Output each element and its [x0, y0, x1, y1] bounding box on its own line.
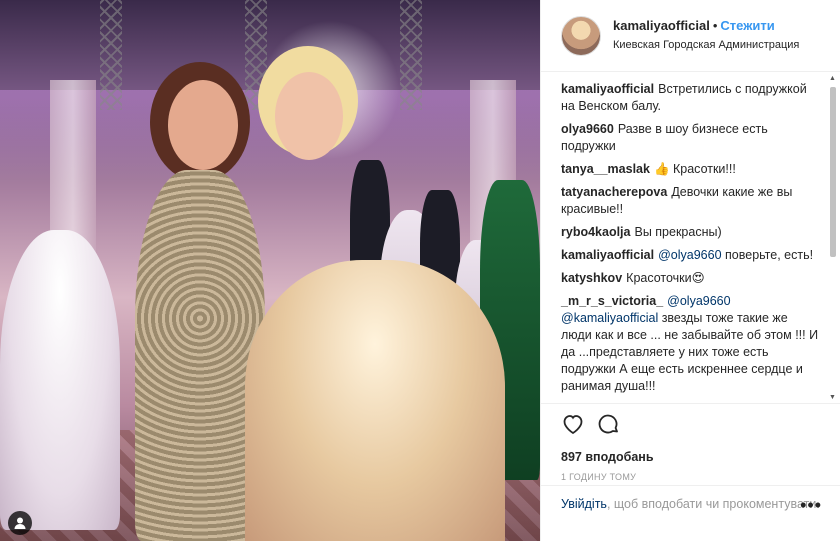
action-icons [561, 410, 821, 442]
separator-dot: • [712, 18, 718, 33]
background-dancer [0, 230, 120, 530]
comment-username[interactable]: kamaliyaofficial [561, 82, 654, 96]
scrollbar-thumb[interactable] [830, 87, 836, 257]
comment: _m_r_s_victoria_ @olya9660 @kamaliyaoffici… [561, 293, 821, 395]
post-actions: 897 вподобань 1 годину тому [541, 403, 840, 482]
username-link[interactable]: kamaliyaofficial [613, 18, 710, 33]
stage-truss [400, 0, 422, 110]
scroll-up-icon[interactable]: ▲ [829, 75, 836, 82]
login-prompt: Увійдіть, щоб вподобати чи прокоментуват… [541, 485, 840, 523]
likes-count[interactable]: 897 вподобань [561, 450, 821, 464]
comment: kamaliyaofficial @olya9660 поверьте, есть… [561, 247, 821, 264]
comment: tanya__maslak 👍 Красотки!!! [561, 161, 821, 178]
heart-icon[interactable] [561, 412, 585, 441]
stage-truss [100, 0, 122, 110]
user-tag-icon[interactable] [8, 511, 32, 535]
instagram-post: kamaliyaofficial • Стежити Киевская Городс… [0, 0, 840, 541]
comment-mention[interactable]: @olya9660 [667, 294, 730, 308]
comment-username[interactable]: tatyanacherepova [561, 185, 667, 199]
comment-username[interactable]: kamaliyaofficial [561, 248, 654, 262]
post-timestamp[interactable]: 1 годину тому [561, 472, 821, 482]
comment-text: Красоточки😍 [626, 271, 705, 285]
comment-mention[interactable]: @olya9660 [658, 248, 721, 262]
comment-text: поверьте, есть! [721, 248, 814, 262]
login-link[interactable]: Увійдіть [561, 497, 607, 511]
follow-button[interactable]: Стежити [720, 18, 774, 33]
woman-right-dress [245, 260, 505, 541]
comments-scrollbar[interactable]: ▲ ▼ [828, 73, 838, 403]
comment-username[interactable]: olya9660 [561, 122, 614, 136]
comment: rybo4kaolja Вы прекрасны) [561, 224, 821, 241]
comment-mention[interactable]: @kamaliyaofficial [561, 311, 658, 325]
comments-list: kamaliyaofficial Встретились с подружкой … [541, 73, 840, 403]
comment: tatyanacherepova Девочки какие же вы крас… [561, 184, 821, 218]
comment-username[interactable]: rybo4kaolja [561, 225, 630, 239]
comment-username[interactable]: _m_r_s_victoria_ [561, 294, 663, 308]
avatar[interactable] [561, 15, 601, 56]
comment-username[interactable]: katyshkov [561, 271, 622, 285]
comment: katyshkov Красоточки😍 [561, 270, 821, 287]
post-sidebar: kamaliyaofficial • Стежити Киевская Городс… [540, 0, 840, 541]
woman-left-face [168, 80, 238, 170]
comment-icon[interactable] [597, 412, 621, 441]
header-info: kamaliyaofficial • Стежити Киевская Городс… [613, 18, 799, 53]
comment-text: Вы прекрасны) [634, 225, 722, 239]
header-line: kamaliyaofficial • Стежити [613, 18, 799, 34]
location-link[interactable]: Киевская Городская Администрация [613, 37, 799, 53]
comment: olya9660 Разве в шоу бизнесе есть подружк… [561, 121, 821, 155]
comment: kamaliyaofficial Встретились с подружкой … [561, 81, 821, 115]
post-photo[interactable] [0, 0, 540, 541]
comment-username[interactable]: tanya__maslak [561, 162, 650, 176]
woman-right-face [275, 72, 343, 160]
more-icon[interactable]: ••• [800, 496, 822, 514]
comment-text: 👍 Красотки!!! [653, 162, 736, 176]
post-header: kamaliyaofficial • Стежити Киевская Городс… [541, 0, 840, 72]
login-prompt-text: , щоб вподобати чи прокоментувати. [606, 497, 820, 511]
scroll-down-icon[interactable]: ▼ [829, 394, 836, 401]
